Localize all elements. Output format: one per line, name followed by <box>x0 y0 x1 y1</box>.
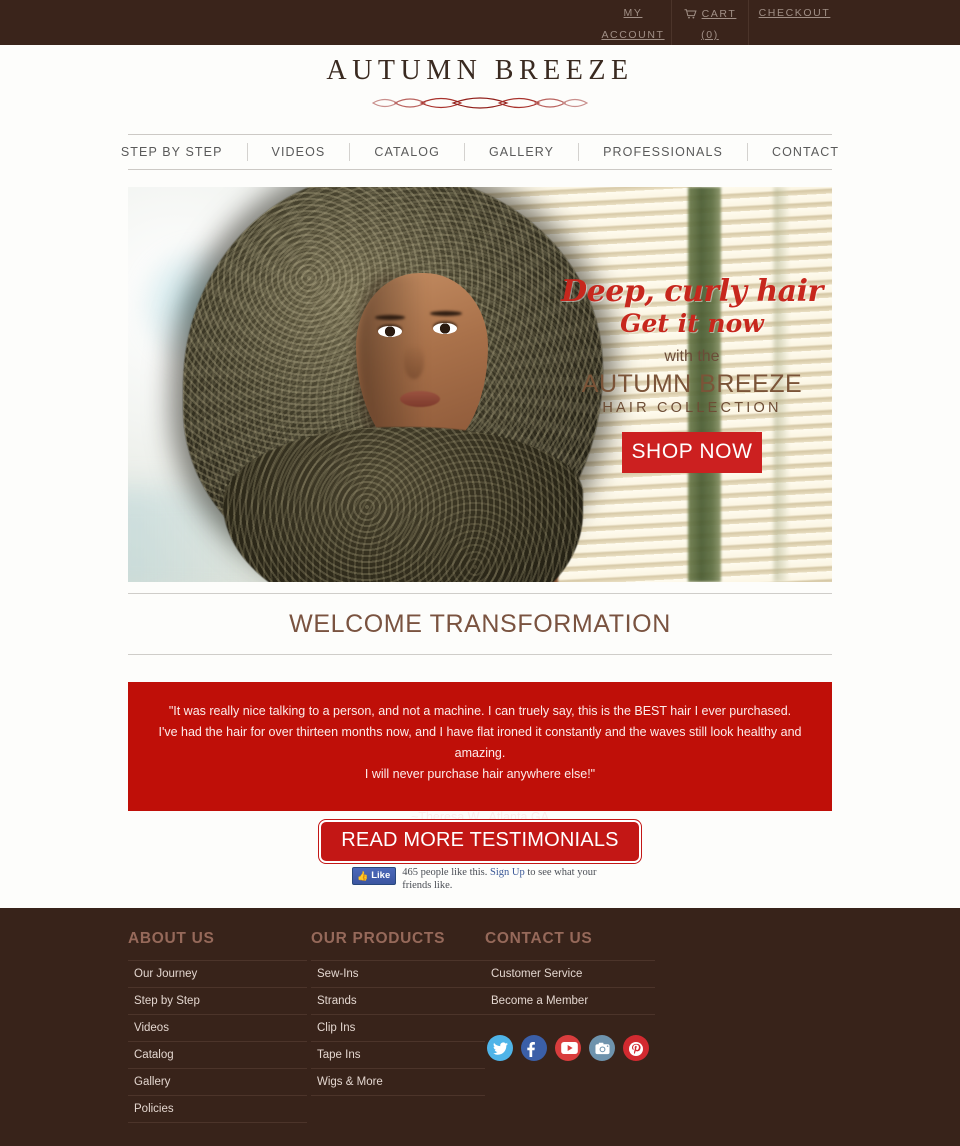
footer-link-tape-ins[interactable]: Tape Ins <box>311 1042 485 1068</box>
facebook-like-widget: 👍 Like 465 people like this. Sign Up to … <box>128 867 832 892</box>
nav-item-step-by-step[interactable]: STEP BY STEP <box>97 143 248 161</box>
hero-model-eye-left <box>378 326 402 337</box>
footer-list-about-us: Our Journey Step by Step Videos Catalog … <box>128 960 307 1123</box>
facebook-like-inner: 👍 Like 465 people like this. Sign Up to … <box>352 867 608 892</box>
list-item: Clip Ins <box>311 1014 485 1041</box>
footer-list-contact-us: Customer Service Become a Member <box>485 960 655 1015</box>
testimonial-line-1: "It was really nice talking to a person,… <box>168 704 792 718</box>
list-item: Catalog <box>128 1041 307 1068</box>
testimonial-line-3: I will never purchase hair anywhere else… <box>364 767 596 781</box>
logo-wordmark: AUTUMN BREEZE <box>326 55 634 86</box>
welcome-title: WELCOME TRANSFORMATION <box>289 609 671 638</box>
list-item: Gallery <box>128 1068 307 1095</box>
footer-link-policies[interactable]: Policies <box>128 1096 307 1122</box>
my-account-label-line2: ACCOUNT <box>601 29 665 41</box>
social-links <box>485 1035 655 1061</box>
twitter-icon[interactable] <box>487 1035 513 1061</box>
utility-top-bar: MY ACCOUNT CART (0) CHECKOUT <box>0 0 960 45</box>
list-item: Tape Ins <box>311 1041 485 1068</box>
checkout-link[interactable]: CHECKOUT <box>749 0 840 45</box>
footer-link-become-a-member[interactable]: Become a Member <box>485 988 655 1014</box>
hero-headline-primary: Deep, curly hair <box>561 274 823 309</box>
cart-label: CART <box>701 8 737 20</box>
footer-heading-our-products: OUR PRODUCTS <box>311 930 446 947</box>
nav-item-professionals[interactable]: PROFESSIONALS <box>579 143 748 161</box>
welcome-section: WELCOME TRANSFORMATION <box>128 593 832 655</box>
facebook-like-count: 465 people like this. <box>402 867 488 878</box>
cart-count: (0) <box>701 29 719 41</box>
testimonial-panel: "It was really nice talking to a person,… <box>128 682 832 824</box>
facebook-social-text: 465 people like this. Sign Up to see wha… <box>402 867 608 892</box>
nav-item-videos[interactable]: VIDEOS <box>248 143 351 161</box>
site-logo[interactable]: AUTUMN BREEZE <box>0 45 960 113</box>
footer-link-catalog[interactable]: Catalog <box>128 1042 307 1068</box>
nav-item-catalog[interactable]: CATALOG <box>350 143 465 161</box>
footer-heading-contact-us: CONTACT US <box>485 930 593 947</box>
hero-model-lips <box>400 391 440 407</box>
hero-subtitle-with-the: with the <box>664 348 720 365</box>
list-item: Our Journey <box>128 960 307 987</box>
footer-link-sew-ins[interactable]: Sew-Ins <box>311 961 485 987</box>
footer-column-our-products: OUR PRODUCTS Sew-Ins Strands Clip Ins Ta… <box>311 930 485 1123</box>
hero-collection-label: HAIR COLLECTION <box>602 400 782 416</box>
facebook-signup-link[interactable]: Sign Up <box>490 867 525 878</box>
hero-headline-secondary: Get it now <box>620 309 764 338</box>
list-item: Customer Service <box>485 960 655 987</box>
footer-link-wigs-and-more[interactable]: Wigs & More <box>311 1069 485 1095</box>
hero-banner[interactable]: Deep, curly hair Get it now with the AUT… <box>128 187 832 582</box>
footer-link-videos[interactable]: Videos <box>128 1015 307 1041</box>
cart-row: CART <box>672 2 748 24</box>
hero-model-brow-right <box>430 311 462 316</box>
hero-model-eye-right <box>433 323 457 334</box>
cart-link[interactable]: CART (0) <box>672 0 749 45</box>
hero-model-brow-left <box>375 315 405 320</box>
list-item: Policies <box>128 1095 307 1123</box>
footer-link-gallery[interactable]: Gallery <box>128 1069 307 1095</box>
facebook-like-button[interactable]: 👍 Like <box>352 867 397 885</box>
site-footer: ABOUT US Our Journey Step by Step Videos… <box>0 908 960 1146</box>
read-more-testimonials-button[interactable]: READ MORE TESTIMONIALS <box>319 820 641 863</box>
logo-flourish-ornament <box>371 97 589 109</box>
list-item: Wigs & More <box>311 1068 485 1096</box>
hero-brand-name: AUTUMN BREEZE <box>581 370 803 398</box>
shopping-cart-icon <box>684 9 697 19</box>
shop-now-button[interactable]: SHOP NOW <box>622 432 762 473</box>
youtube-icon[interactable] <box>555 1035 581 1061</box>
nav-item-gallery[interactable]: GALLERY <box>465 143 580 161</box>
facebook-like-label: Like <box>371 870 391 881</box>
facebook-icon[interactable] <box>521 1035 547 1061</box>
testimonial-line-2: I've had the hair for over thirteen mont… <box>158 725 802 760</box>
my-account-label-line1: MY <box>623 7 643 19</box>
list-item: Strands <box>311 987 485 1014</box>
footer-link-customer-service[interactable]: Customer Service <box>485 961 655 987</box>
footer-link-clip-ins[interactable]: Clip Ins <box>311 1015 485 1041</box>
instagram-icon[interactable] <box>589 1035 615 1061</box>
main-navigation: STEP BY STEP VIDEOS CATALOG GALLERY PROF… <box>121 134 838 170</box>
footer-link-our-journey[interactable]: Our Journey <box>128 961 307 987</box>
footer-link-strands[interactable]: Strands <box>311 988 485 1014</box>
footer-column-contact-us: CONTACT US Customer Service Become a Mem… <box>485 930 655 1123</box>
read-more-wrapper: READ MORE TESTIMONIALS <box>128 820 832 863</box>
footer-column-about-us: ABOUT US Our Journey Step by Step Videos… <box>128 930 307 1123</box>
checkout-label: CHECKOUT <box>758 7 831 19</box>
list-item: Step by Step <box>128 987 307 1014</box>
hero-copy-block: Deep, curly hair Get it now with the AUT… <box>558 275 826 473</box>
list-item: Videos <box>128 1014 307 1041</box>
utility-links: MY ACCOUNT CART (0) CHECKOUT <box>595 0 840 45</box>
pinterest-icon[interactable] <box>623 1035 649 1061</box>
footer-heading-about-us: ABOUT US <box>128 930 215 947</box>
nav-item-contact[interactable]: CONTACT <box>748 143 863 161</box>
page-root: MY ACCOUNT CART (0) CHECKOUT AUTUMN BREE… <box>0 0 960 1146</box>
footer-link-step-by-step[interactable]: Step by Step <box>128 988 307 1014</box>
my-account-link[interactable]: MY ACCOUNT <box>595 0 672 45</box>
footer-columns: ABOUT US Our Journey Step by Step Videos… <box>128 908 832 1123</box>
hero-model-nose <box>404 345 424 379</box>
list-item: Become a Member <box>485 987 655 1015</box>
list-item: Sew-Ins <box>311 960 485 987</box>
footer-list-our-products: Sew-Ins Strands Clip Ins Tape Ins Wigs &… <box>311 960 485 1096</box>
thumbs-up-icon: 👍 <box>357 871 369 881</box>
hero-model-hair-lower-texture <box>223 427 583 582</box>
